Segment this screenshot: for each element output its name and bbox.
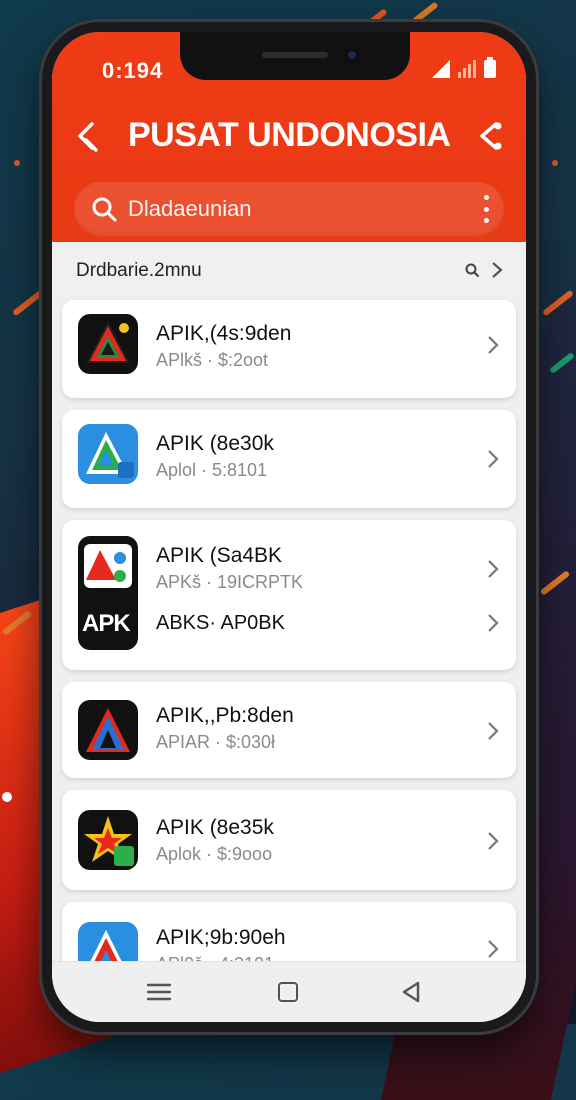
back-triangle-icon[interactable] [400,980,422,1004]
apk-label: APK [82,610,131,637]
earpiece-speaker [262,52,328,58]
chevron-right-icon[interactable] [490,260,504,280]
app-meta: Aplol · 5:8101 [156,460,268,480]
signal-icon [432,60,450,78]
app-icon [78,700,138,760]
app-icon [78,314,138,374]
app-name: APIK (8e35k [156,816,274,839]
page-title: PUSAT UNDONOSIA [128,116,451,154]
list-item[interactable]: APIK (8e30k Aplol · 5:8101 [62,410,516,508]
background-dot [14,160,20,166]
chevron-right-icon [488,940,499,958]
app-meta: Aplok · $:9ooo [156,844,273,864]
search-icon [92,197,117,222]
app-icon [78,810,138,870]
home-icon[interactable] [278,982,298,1002]
chevron-right-icon [488,450,499,468]
app-name: APIK,,Pb:8den [156,704,294,727]
front-camera [345,48,359,62]
app-name: APIK,(4s:9den [156,322,292,345]
status-icons [432,57,496,78]
app-name: APIK;9b:90eh [156,926,286,949]
app-name: APIK (Sa4BK [156,544,283,567]
cell-bars-icon [458,60,476,78]
app-icon: APK [78,536,138,650]
section-title: Drdbarie.2mnu [76,260,202,281]
status-time: 0:194 [102,58,164,83]
phone-screen: 0:194 PUSAT UNDONOSIA Dladaeunian Drdbar… [52,32,526,1022]
search-input[interactable]: Dladaeunian [128,196,252,222]
search-bar[interactable]: Dladaeunian [74,182,504,236]
app-extra: ABKS· AP0BK [156,612,285,634]
app-meta: APIAR · $:030ł [156,732,276,752]
chevron-right-icon [488,336,499,354]
app-meta: APKš · 19ICRPTK [156,572,304,592]
battery-icon [484,57,496,78]
phone-frame: 0:194 PUSAT UNDONOSIA Dladaeunian Drdbar… [42,22,536,1032]
section-search-icon[interactable] [464,262,480,278]
menu-icon[interactable] [146,982,172,1002]
list-item[interactable]: APIK,(4s:9den APlkš · $:2oot [62,300,516,398]
chevron-right-icon [488,614,499,632]
background-dot [2,792,12,802]
list-item[interactable]: APIK (8e35k Aplok · $:9ooo [62,790,516,890]
app-name: APIK (8e30k [156,432,274,455]
list-item[interactable]: APIK,,Pb:8den APIAR · $:030ł [62,682,516,778]
back-icon[interactable] [72,118,108,154]
app-meta: APlkš · $:2oot [156,350,269,370]
app-icon [78,424,138,484]
more-vert-icon[interactable] [482,195,490,223]
chevron-right-icon [488,722,499,740]
chevron-right-icon [488,560,499,578]
system-nav-bar [52,961,526,1022]
chevron-right-icon [488,832,499,850]
list-item[interactable]: APK APIK (Sa4BK APKš · 19ICRPTK ABKS· AP… [62,520,516,670]
notch [180,32,410,80]
section-header: Drdbarie.2mnu [52,250,526,290]
background-dot [552,160,558,166]
share-icon[interactable] [472,118,508,154]
background-streak [11,289,45,317]
